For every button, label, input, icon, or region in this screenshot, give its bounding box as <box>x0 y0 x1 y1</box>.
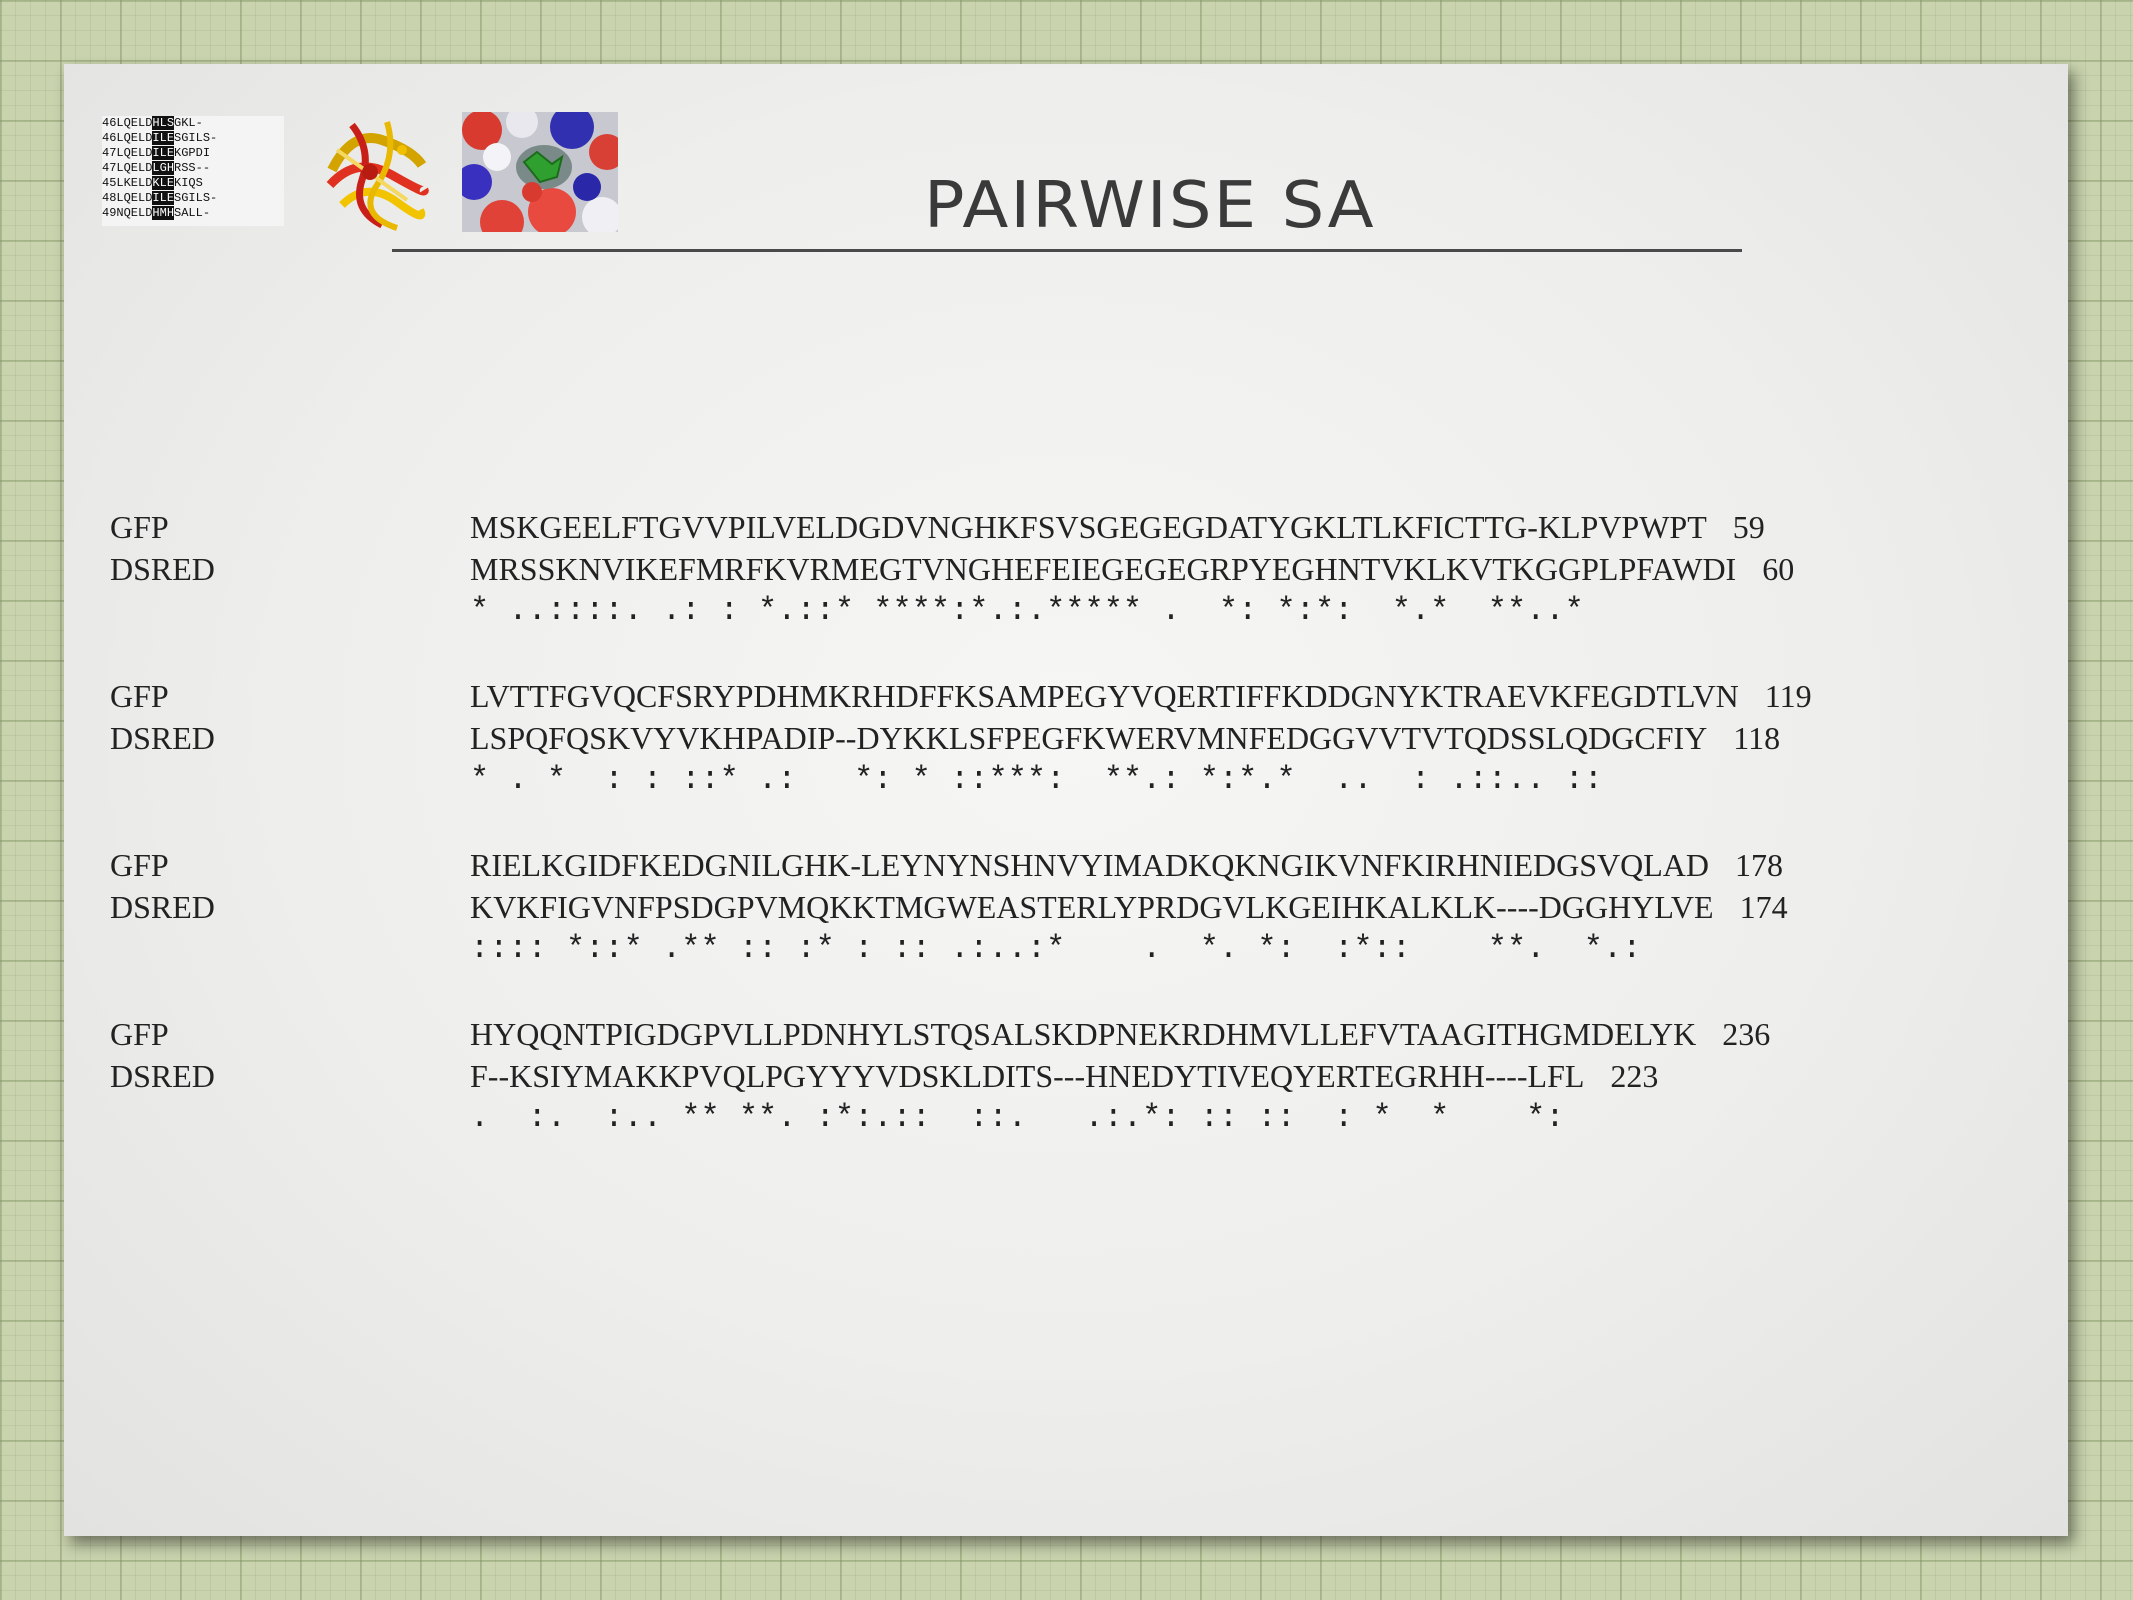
thumbnail-alignment-row: 46LQELDILESGILS- <box>102 131 284 146</box>
thumbnail-alignment-cell: KGPDI <box>174 146 211 160</box>
thumbnail-alignment-cell: 47 <box>102 161 117 175</box>
thumbnail-alignment-cell: SGILS- <box>174 131 218 145</box>
sequence-position: 60 <box>1762 551 1795 587</box>
title-underline <box>392 249 1742 252</box>
sequence-label: GFP <box>110 847 169 883</box>
thumbnail-alignment-cell: SALL- <box>174 206 211 220</box>
alignment-thumbnail-image: 46LQELDHLSGKL- 46LQELDILESGILS- 47LQELDILE… <box>102 116 284 226</box>
sequence-position: 223 <box>1610 1058 1659 1094</box>
sequence-residues: LVTTFGVQCFSRYPDHMKRHDFFKSAMPEGYVQERTIFFK… <box>470 678 1739 714</box>
alignment-block: GFP RIELKGIDFKEDGNILGHK-LEYNYNSHNVYIMADKQ… <box>110 844 1812 970</box>
thumbnail-alignment-cell: 46 <box>102 116 117 130</box>
alignment-row: GFP LVTTFGVQCFSRYPDHMKRHDFFKSAMPEGYVQERTI… <box>110 675 1812 717</box>
sequence-residues: HYQQNTPIGDGPVLLPDNHYLSTQSALSKDPNEKRDHMVL… <box>470 1016 1697 1052</box>
thumbnail-alignment-cell: 46 <box>102 131 117 145</box>
sequence-position: 59 <box>1732 509 1765 545</box>
thumbnail-alignment-cell: SGILS- <box>174 191 218 205</box>
sequence-residues: RIELKGIDFKEDGNILGHK-LEYNYNSHNVYIMADKQKNG… <box>470 847 1709 883</box>
sequence-label: GFP <box>110 1016 169 1052</box>
thumbnail-alignment-cell: LKELD <box>116 176 153 190</box>
sequence-residues: LSPQFQSKVYVKHPADIP--DYKKLSFPEGFKWERVMNFE… <box>470 720 1708 756</box>
alignment-row: DSRED LSPQFQSKVYVKHPADIP--DYKKLSFPEGFKWER… <box>110 717 1812 759</box>
sequence-position: 236 <box>1722 1016 1771 1052</box>
sequence-residues: KVKFIGVNFPSDGPVMQKKTMGWEASTERLYPRDGVLKGE… <box>470 889 1714 925</box>
thumbnail-alignment-row: 46LQELDHLSGKL- <box>102 116 284 131</box>
conservation-line: . :. :.. ** **. :*:.:: ::. .:.*: :: :: :… <box>470 1099 1565 1136</box>
thumbnail-alignment-cell: HLS <box>152 116 175 130</box>
thumbnail-alignment-row: 47LQELDLGHRSS-- <box>102 161 284 176</box>
thumbnail-alignment-cell: LQELD <box>116 146 153 160</box>
thumbnail-alignment-cell: GKL- <box>174 116 203 130</box>
conservation-line: :::: *::* .** :: :* : :: .:..:* . *. *: … <box>470 930 1642 967</box>
alignment-block: GFP LVTTFGVQCFSRYPDHMKRHDFFKSAMPEGYVQERTI… <box>110 675 1812 801</box>
alignment-row: DSRED MRSSKNVIKEFMRFKVRMEGTVNGHEFEIEGEGEG… <box>110 548 1812 590</box>
thumbnail-alignment-cell: 48 <box>102 191 117 205</box>
slide-title: PAIRWISE SA <box>924 169 1376 243</box>
thumbnail-alignment-cell: LQELD <box>116 131 153 145</box>
sequence-residues: MRSSKNVIKEFMRFKVRMEGTVNGHEFEIEGEGEGRPYEG… <box>470 551 1737 587</box>
thumbnail-alignment-cell: 45 <box>102 176 117 190</box>
alignment-row: GFP RIELKGIDFKEDGNILGHK-LEYNYNSHNVYIMADKQ… <box>110 844 1812 886</box>
sequence-residues: MSKGEELFTGVVPILVELDGDVNGHKFSVSGEGEGDATYG… <box>470 509 1707 545</box>
protein-ribbon-image <box>312 110 436 236</box>
thumbnail-alignment-cell: LQELD <box>116 191 153 205</box>
sequence-label: DSRED <box>110 889 215 925</box>
thumbnail-alignment-row: 49NQELDHMHSALL- <box>102 206 284 221</box>
thumbnail-alignment-cell: 47 <box>102 146 117 160</box>
alignment-row: GFP HYQQNTPIGDGPVLLPDNHYLSTQSALSKDPNEKRDH… <box>110 1013 1812 1055</box>
pairwise-alignment: GFP MSKGEELFTGVVPILVELDGDVNGHKFSVSGEGEGDA… <box>110 506 1812 1182</box>
thumbnail-alignment-cell: LQELD <box>116 116 153 130</box>
thumbnail-alignment-cell: KLE <box>152 176 175 190</box>
thumbnail-alignment-cell: HMH <box>152 206 175 220</box>
thumbnail-alignment-row: 45LKELDKLEKIQS <box>102 176 284 191</box>
sequence-label: GFP <box>110 678 169 714</box>
conservation-line: * . * : : ::* .: *: * ::***: **.: *:*.* … <box>470 761 1603 798</box>
thumbnail-alignment-row: 47LQELDILEKGPDI <box>102 146 284 161</box>
alignment-block: GFP HYQQNTPIGDGPVLLPDNHYLSTQSALSKDPNEKRDH… <box>110 1013 1812 1139</box>
sequence-position: 118 <box>1733 720 1781 756</box>
thumbnail-alignment-cell: NQELD <box>116 206 153 220</box>
thumbnail-alignment-row: 48LQELDILESGILS- <box>102 191 284 206</box>
sequence-label: DSRED <box>110 551 215 587</box>
alignment-row: GFP MSKGEELFTGVVPILVELDGDVNGHKFSVSGEGEGDA… <box>110 506 1812 548</box>
thumbnail-alignment-cell: LGH <box>152 161 175 175</box>
protein-surface-image <box>462 112 618 232</box>
thumbnail-alignment-cell: ILE <box>152 191 175 205</box>
sequence-position: 174 <box>1739 889 1788 925</box>
thumbnail-alignment-cell: RSS-- <box>174 161 211 175</box>
sequence-label: GFP <box>110 509 169 545</box>
protein-ribbon-graphic <box>326 121 429 231</box>
conservation-line: * ..::::. .: : *.::* ****:*.:.***** . *:… <box>470 592 1584 629</box>
protein-surface-graphic <box>462 112 618 232</box>
alignment-block: GFP MSKGEELFTGVVPILVELDGDVNGHKFSVSGEGEGDA… <box>110 506 1812 632</box>
thumbnail-alignment-cell: LQELD <box>116 161 153 175</box>
slide: 46LQELDHLSGKL- 46LQELDILESGILS- 47LQELDILE… <box>64 64 2068 1536</box>
sequence-residues: F--KSIYMAKKPVQLPGYYYVDSKLDITS---HNEDYTIV… <box>470 1058 1585 1094</box>
sequence-label: DSRED <box>110 720 215 756</box>
sequence-label: DSRED <box>110 1058 215 1094</box>
sequence-position: 119 <box>1764 678 1812 714</box>
sequence-position: 178 <box>1735 847 1783 883</box>
thumbnail-alignment-cell: KIQS <box>174 176 203 190</box>
alignment-row: DSRED F--KSIYMAKKPVQLPGYYYVDSKLDITS---HNE… <box>110 1055 1812 1097</box>
thumbnail-alignment-cell: ILE <box>152 131 175 145</box>
thumbnail-alignment-cell: 49 <box>102 206 117 220</box>
alignment-row: DSRED KVKFIGVNFPSDGPVMQKKTMGWEASTERLYPRDG… <box>110 886 1812 928</box>
thumbnail-alignment-cell: ILE <box>152 146 175 160</box>
